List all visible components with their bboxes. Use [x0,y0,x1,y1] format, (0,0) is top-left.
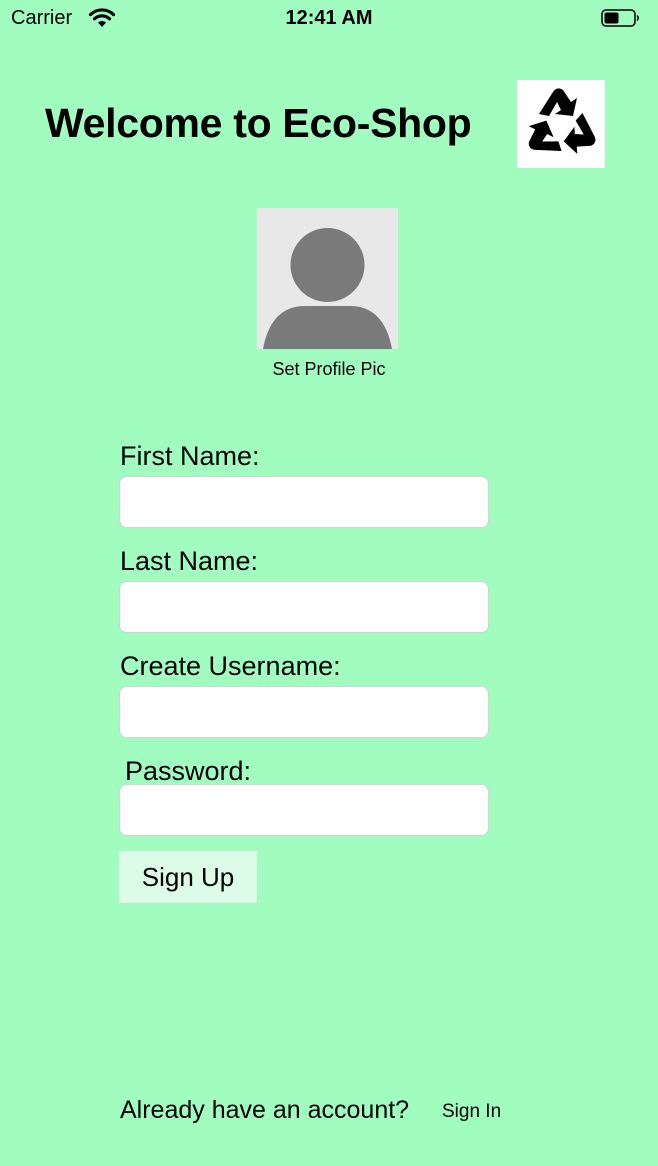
last-name-field[interactable] [119,581,489,633]
username-field[interactable] [119,686,489,738]
sign-in-link[interactable]: Sign In [442,1101,501,1123]
person-silhouette-icon [263,228,392,349]
profile-pic-button[interactable] [257,208,398,349]
battery-icon [601,9,639,27]
first-name-field[interactable] [119,476,489,528]
password-label: Password: [125,756,252,786]
already-have-account-label: Already have an account? [120,1096,410,1124]
last-name-label: Last Name: [120,546,259,576]
recycle-logo [517,80,605,168]
page-title: Welcome to Eco-Shop [45,100,472,146]
set-profile-pic-label[interactable]: Set Profile Pic [0,359,658,380]
password-field[interactable] [119,784,489,836]
status-bar: Carrier 12:41 AM [0,0,658,40]
sign-up-button[interactable]: Sign Up [119,851,257,903]
recycle-icon [528,88,596,154]
username-label: Create Username: [120,651,341,681]
clock: 12:41 AM [285,7,373,29]
first-name-label: First Name: [120,441,260,471]
